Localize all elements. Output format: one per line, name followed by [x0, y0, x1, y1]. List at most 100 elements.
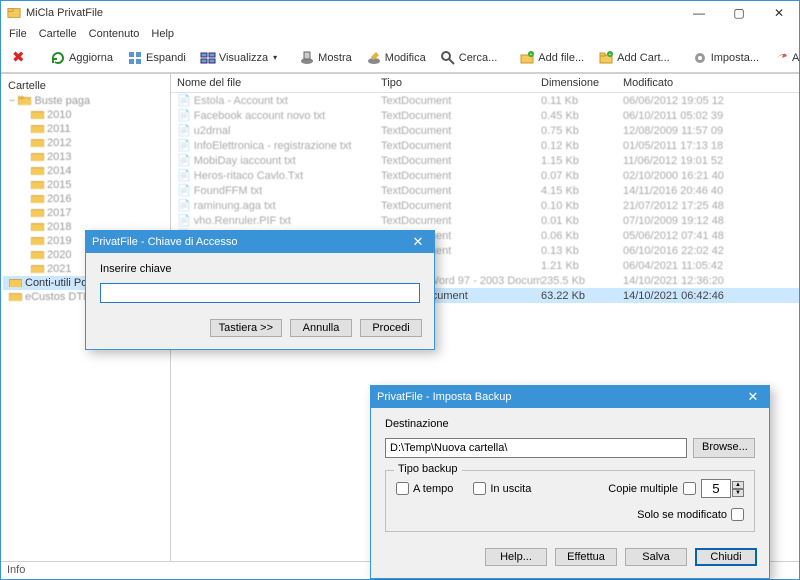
key-prompt: Inserire chiave — [100, 263, 420, 275]
effettua-button[interactable]: Effettua — [555, 548, 617, 566]
tree-item[interactable]: 2010 — [3, 108, 168, 122]
folder-icon — [31, 110, 44, 121]
list-row[interactable]: 📄 u2drnalTextDocument0.75 Kb12/08/2009 1… — [171, 123, 799, 138]
settings-icon — [692, 50, 708, 66]
view-icon — [200, 50, 216, 66]
list-row[interactable]: 📄 InfoElettronica - registrazione txtTex… — [171, 138, 799, 153]
folder-icon — [31, 194, 44, 205]
menu-contenuto[interactable]: Contenuto — [89, 28, 140, 40]
minus-icon[interactable]: − — [9, 95, 15, 107]
list-row[interactable]: 📄 raminung.aga txtTextDocument0.10 Kb21/… — [171, 198, 799, 213]
folder-icon — [31, 166, 44, 177]
edit-icon — [366, 50, 382, 66]
tree-item[interactable]: 2015 — [3, 178, 168, 192]
list-row[interactable]: 📄 vho.Renruler.PIF txtTextDocument0.01 K… — [171, 213, 799, 228]
group-tipo-backup: Tipo backup A tempo In uscita Copie mult… — [385, 470, 755, 532]
tree-item[interactable]: 2014 — [3, 164, 168, 178]
spin-down-icon[interactable]: ▼ — [732, 489, 744, 497]
show-icon — [299, 50, 315, 66]
proceed-button[interactable]: Procedi — [360, 319, 422, 337]
tree-header: Cartelle — [3, 78, 168, 94]
browse-button[interactable]: Browse... — [693, 438, 755, 458]
list-row[interactable]: 📄 MobiDay iaccount txtTextDocument1.15 K… — [171, 153, 799, 168]
copie-spinner[interactable]: ▲▼ — [701, 479, 744, 498]
copie-check[interactable] — [683, 482, 696, 495]
folder-icon — [18, 96, 31, 107]
expand-icon — [127, 50, 143, 66]
folder-icon — [31, 222, 44, 233]
tool-cerca[interactable]: Cerca... — [434, 47, 504, 69]
dialog-backup-title[interactable]: PrivatFile - Imposta Backup ✕ — [371, 386, 769, 408]
tree-item[interactable]: 2013 — [3, 150, 168, 164]
tree-item[interactable]: 2017 — [3, 206, 168, 220]
maximize-button[interactable]: ▢ — [719, 1, 759, 25]
menu-file[interactable]: File — [9, 28, 27, 40]
inuscita-check[interactable]: In uscita — [473, 482, 531, 495]
menubar: File Cartelle Contenuto Help — [1, 25, 799, 43]
minimize-button[interactable]: — — [679, 1, 719, 25]
folder-icon — [31, 180, 44, 191]
tool-auto[interactable]: Auto... — [767, 47, 800, 69]
addfolder-icon: + — [598, 50, 614, 66]
col-type[interactable]: Tipo — [381, 77, 541, 89]
col-name[interactable]: Nome del file — [171, 77, 381, 89]
folder-icon — [31, 250, 44, 261]
tool-delete[interactable]: ✖ — [6, 47, 34, 69]
dialog-backup: PrivatFile - Imposta Backup ✕ Destinazio… — [370, 385, 770, 579]
tree-item[interactable]: 2016 — [3, 192, 168, 206]
list-row[interactable]: 📄 FoundFFM txtTextDocument4.15 Kb14/11/2… — [171, 183, 799, 198]
toolbar: ✖ Aggiorna Espandi Visualizza▾ Mostra Mo… — [1, 43, 799, 73]
dest-input[interactable] — [385, 438, 687, 458]
svg-text:+: + — [530, 52, 533, 58]
help-button[interactable]: Help... — [485, 548, 547, 566]
tool-espandi[interactable]: Espandi — [121, 47, 192, 69]
tree-item[interactable]: 2012 — [3, 136, 168, 150]
copie-label: Copie multiple — [608, 483, 678, 495]
chiudi-button[interactable]: Chiudi — [695, 548, 757, 566]
app-icon — [7, 6, 21, 20]
delete-icon: ✖ — [12, 50, 28, 66]
list-header: Nome del file Tipo Dimensione Modificato — [171, 74, 799, 93]
tool-visualizza[interactable]: Visualizza▾ — [194, 47, 283, 69]
dest-label: Destinazione — [385, 418, 755, 430]
folder-icon — [31, 138, 44, 149]
keyboard-button[interactable]: Tastiera >> — [210, 319, 282, 337]
folder-icon — [31, 124, 44, 135]
list-row[interactable]: 📄 Heros-ritaco Cavlo.TxtTextDocument0.07… — [171, 168, 799, 183]
tool-addcart[interactable]: +Add Cart... — [592, 47, 676, 69]
tool-mostra[interactable]: Mostra — [293, 47, 358, 69]
folder-icon — [31, 208, 44, 219]
menu-cartelle[interactable]: Cartelle — [39, 28, 77, 40]
solose-check[interactable]: Solo se modificato — [637, 508, 744, 521]
list-row[interactable]: 📄 Estola - Account txtTextDocument0.11 K… — [171, 93, 799, 108]
key-input[interactable] — [100, 283, 420, 303]
salva-button[interactable]: Salva — [625, 548, 687, 566]
svg-text:+: + — [609, 52, 612, 58]
menu-help[interactable]: Help — [151, 28, 174, 40]
spin-up-icon[interactable]: ▲ — [732, 481, 744, 489]
close-icon[interactable]: ✕ — [743, 389, 763, 405]
folder-icon — [31, 264, 44, 275]
cancel-button[interactable]: Annulla — [290, 319, 352, 337]
col-size[interactable]: Dimensione — [541, 77, 623, 89]
tree-item[interactable]: 2011 — [3, 122, 168, 136]
chevron-down-icon: ▾ — [273, 53, 277, 62]
folder-icon — [31, 152, 44, 163]
tool-imposta[interactable]: Imposta... — [686, 47, 765, 69]
dialog-key-title[interactable]: PrivatFile - Chiave di Accesso ✕ — [86, 231, 434, 253]
list-row[interactable]: 📄 Facebook account novo txtTextDocument0… — [171, 108, 799, 123]
atempo-check[interactable]: A tempo — [396, 482, 453, 495]
folder-icon — [9, 292, 22, 303]
folder-icon — [9, 278, 22, 289]
addfile-icon: + — [519, 50, 535, 66]
tool-modifica[interactable]: Modifica — [360, 47, 432, 69]
tool-addfile[interactable]: +Add file... — [513, 47, 590, 69]
tool-aggiorna[interactable]: Aggiorna — [44, 47, 119, 69]
window-title: MiCla PrivatFile — [26, 7, 103, 19]
dialog-key: PrivatFile - Chiave di Accesso ✕ Inserir… — [85, 230, 435, 350]
titlebar: MiCla PrivatFile — ▢ ✕ — [1, 1, 799, 25]
close-icon[interactable]: ✕ — [408, 234, 428, 250]
refresh-icon — [50, 50, 66, 66]
close-button[interactable]: ✕ — [759, 1, 799, 25]
col-mod[interactable]: Modificato — [623, 77, 799, 89]
